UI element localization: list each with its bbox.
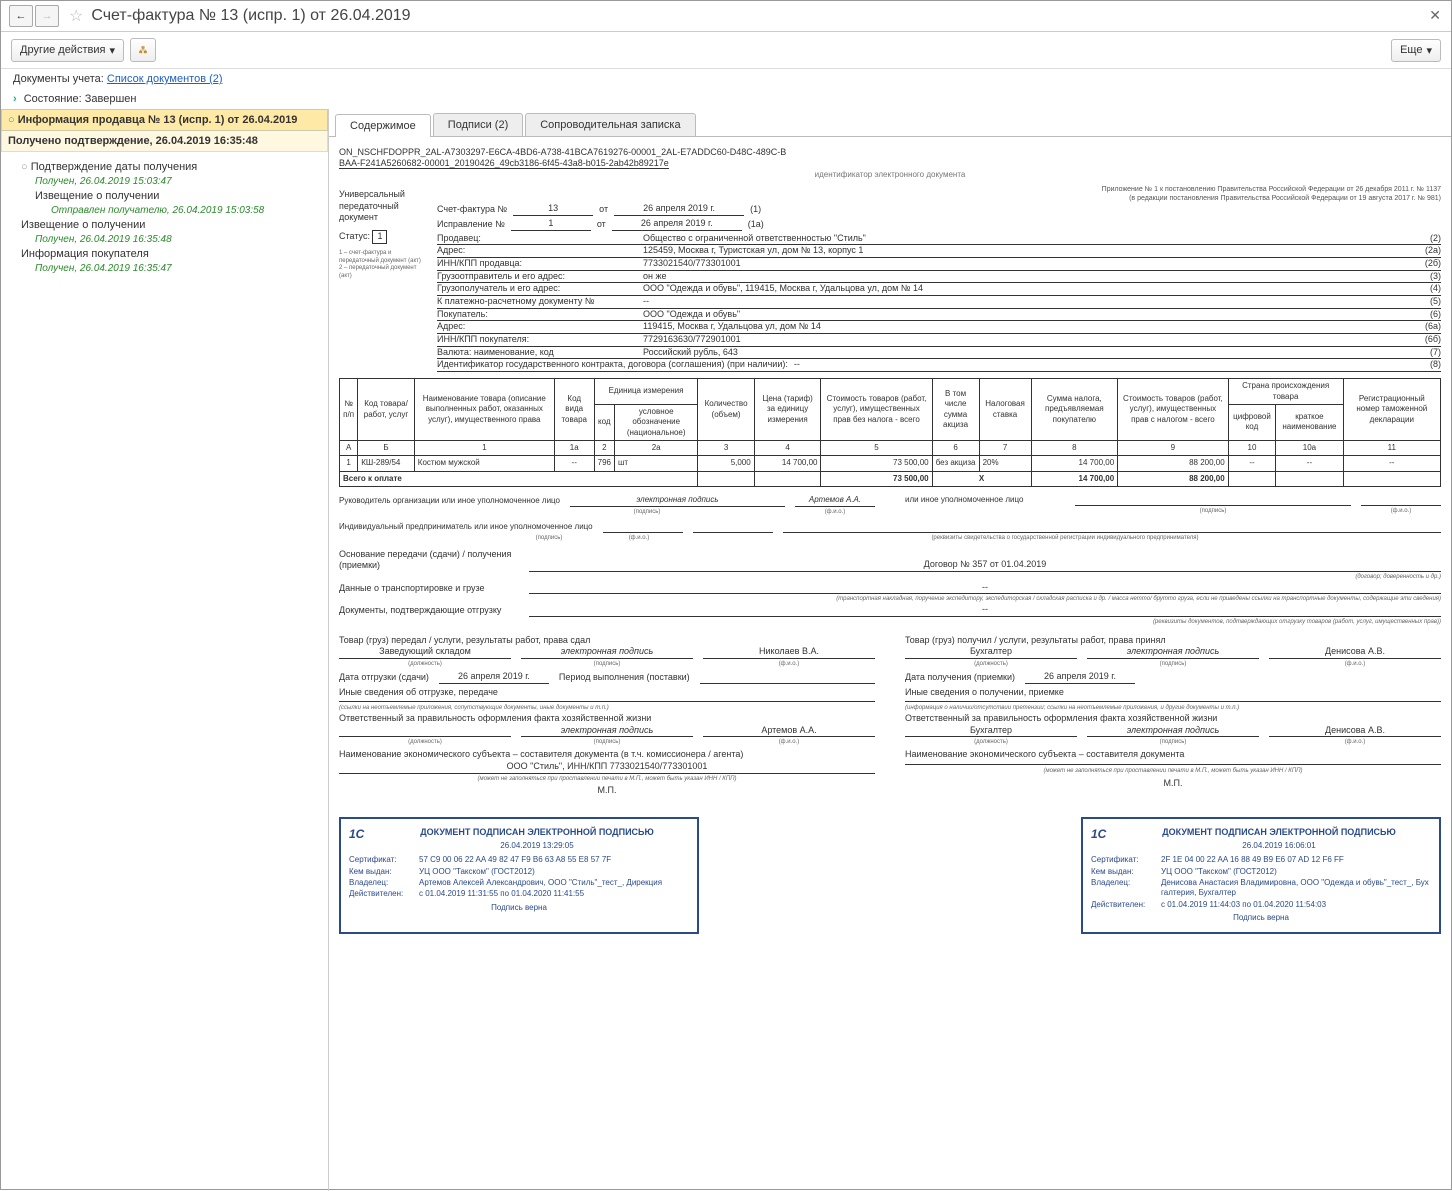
header-kv-row: Грузоотправитель и его адрес:он же(3)	[437, 271, 1441, 284]
items-grid: № п/п Код товара/ работ, услуг Наименова…	[339, 378, 1441, 487]
correction-number: 1	[511, 218, 591, 231]
docs-label: Документы учета:	[13, 73, 104, 85]
tree-item[interactable]: Информация покупателя	[19, 245, 324, 263]
tree-item-status: Отправлен получателю, 26.04.2019 15:03:5…	[19, 205, 324, 216]
status-label: Состояние:	[24, 93, 82, 105]
header-kv-row: Адрес:119415, Москва г, Удальцова ул, до…	[437, 321, 1441, 334]
status-collapser[interactable]: ›	[13, 93, 17, 105]
doc-id2: BAA-F241A5260682-00001_20190426_49cb3186…	[339, 158, 669, 169]
events-tree: Подтверждение даты получения Получен, 26…	[1, 152, 328, 280]
appendix-note: Приложение № 1 к постановлению Правитель…	[437, 185, 1441, 194]
header-kv-row: Продавец:Общество с ограниченной ответст…	[437, 233, 1441, 246]
header-kv-row: Адрес:125459, Москва г, Туристская ул, д…	[437, 245, 1441, 258]
header-kv-row: Идентификатор государственного контракта…	[437, 359, 1441, 372]
total-row: Всего к оплате 73 500,00 Х 14 700,00 88 …	[340, 471, 1441, 486]
chevron-down-icon: ▾	[109, 44, 115, 57]
nav-forward-button[interactable]: →	[35, 5, 59, 27]
tree-item[interactable]: Извещение о получении	[19, 187, 324, 205]
tree-item[interactable]: Извещение о получении	[19, 216, 324, 234]
sf-date: 26 апреля 2019 г.	[614, 203, 744, 216]
doc-id: ON_NSCHFDOPPR_2AL-A7303297-E6CA-4BD6-A73…	[339, 147, 1441, 157]
basis-value: Договор № 357 от 01.04.2019	[529, 559, 1441, 572]
upd-label-block: Универсальный передаточный документ Стат…	[339, 185, 427, 372]
hierarchy-icon	[139, 43, 147, 57]
tab-cover-note[interactable]: Сопроводительная записка	[525, 113, 695, 136]
director-fio: Артемов А.А.	[795, 495, 875, 506]
docs-list-link[interactable]: Список документов (2)	[107, 73, 223, 85]
director-signature: электронная подпись	[570, 495, 785, 506]
left-panel-subheader: Получено подтверждение, 26.04.2019 16:35…	[1, 131, 328, 152]
favorite-star-icon[interactable]: ☆	[69, 6, 83, 26]
more-button[interactable]: Еще ▾	[1391, 39, 1441, 62]
window-title: Счет-фактура № 13 (испр. 1) от 26.04.201…	[91, 7, 410, 25]
header-kv-row: Покупатель:ООО "Одежда и обувь"(6)	[437, 309, 1441, 322]
hierarchy-button[interactable]	[130, 38, 156, 62]
tree-item-status: Получен, 26.04.2019 16:35:47	[19, 263, 324, 274]
close-button[interactable]: ✕	[1429, 7, 1441, 24]
document-viewport[interactable]: ON_NSCHFDOPPR_2AL-A7303297-E6CA-4BD6-A73…	[329, 137, 1451, 1191]
status-value: Завершен	[85, 93, 137, 105]
tree-item[interactable]: Подтверждение даты получения	[19, 158, 324, 176]
doc-id-sub: идентификатор электронного документа	[339, 170, 1441, 179]
other-actions-button[interactable]: Другие действия ▾	[11, 39, 124, 62]
sf-number: 13	[513, 203, 593, 216]
chevron-down-icon: ▾	[1426, 44, 1432, 57]
nav-back-button[interactable]: ←	[9, 5, 33, 27]
header-kv-row: Грузополучатель и его адрес:ООО "Одежда …	[437, 283, 1441, 296]
left-panel-header[interactable]: ○ Информация продавца № 13 (испр. 1) от …	[1, 109, 328, 131]
header-kv-row: ИНН/КПП продавца:7733021540/773301001(2б…	[437, 258, 1441, 271]
upd-status-value: 1	[372, 230, 387, 244]
signature-stamp-seller: 1CДОКУМЕНТ ПОДПИСАН ЭЛЕКТРОННОЙ ПОДПИСЬЮ…	[339, 817, 699, 933]
header-kv-row: К платежно-расчетному документу №--(5)	[437, 296, 1441, 309]
tree-item-status: Получен, 26.04.2019 15:03:47	[19, 176, 324, 187]
appendix-note2: (в редакции постановления Правительства …	[437, 194, 1441, 203]
tab-signatures[interactable]: Подписи (2)	[433, 113, 523, 136]
signature-stamp-buyer: 1CДОКУМЕНТ ПОДПИСАН ЭЛЕКТРОННОЙ ПОДПИСЬЮ…	[1081, 817, 1441, 933]
header-kv-row: Валюта: наименование, кодРоссийский рубл…	[437, 347, 1441, 360]
table-row: 1 КШ-289/54 Костюм мужской -- 796 шт 5,0…	[340, 456, 1441, 471]
tree-item-status: Получен, 26.04.2019 16:35:48	[19, 234, 324, 245]
header-kv-row: ИНН/КПП покупателя:7729163630/772901001(…	[437, 334, 1441, 347]
tab-content[interactable]: Содержимое	[335, 114, 431, 137]
correction-date: 26 апреля 2019 г.	[612, 218, 742, 231]
